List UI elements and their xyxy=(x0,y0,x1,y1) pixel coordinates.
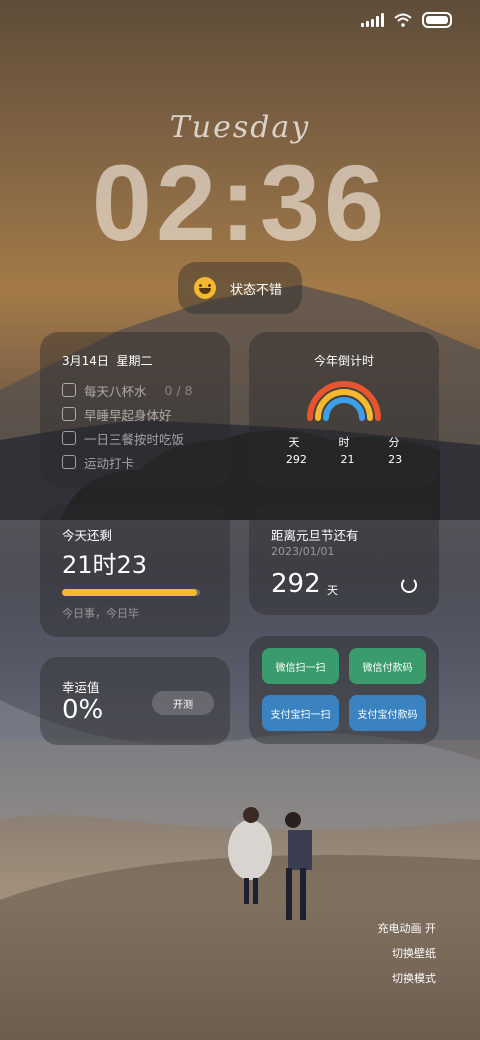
alipay-pay-code-button[interactable]: 支付宝付款码 xyxy=(349,695,426,731)
new-year-days: 292 xyxy=(271,569,321,599)
countdown-units: 天 时 分 xyxy=(249,434,439,450)
todo-list: 每天八杯水 0 / 8 早睡早起身体好 一日三餐按时吃饭 运动打卡 xyxy=(62,378,193,474)
progress-bar xyxy=(62,589,200,596)
wechat-scan-button[interactable]: 微信扫一扫 xyxy=(262,648,339,684)
smiley-icon xyxy=(194,277,216,299)
lucky-test-button[interactable]: 开测 xyxy=(152,691,214,715)
signal-icon xyxy=(361,13,384,27)
lucky-label: 幸运值 xyxy=(62,680,100,695)
new-year-widget[interactable]: 距离元旦节还有 2023/01/01 292 天 xyxy=(249,505,439,615)
todo-item-label: 早睡早起身体好 xyxy=(84,407,172,423)
mood-label: 状态不错 xyxy=(230,282,283,298)
todo-weekday: 星期二 xyxy=(116,354,153,368)
value-day: 292 xyxy=(285,453,307,466)
todo-item[interactable]: 每天八杯水 0 / 8 xyxy=(62,378,193,402)
todo-date: 3月14日 xyxy=(62,354,109,368)
todo-item-label: 每天八杯水 xyxy=(84,383,147,399)
lucky-widget[interactable]: 幸运值 0% 开测 xyxy=(40,657,230,745)
value-minute: 23 xyxy=(388,453,403,466)
todo-item-count: 0 / 8 xyxy=(164,382,193,398)
payment-shortcuts: 微信扫一扫 微信付款码 支付宝扫一扫 支付宝付款码 xyxy=(249,636,439,744)
todo-item-label: 运动打卡 xyxy=(84,455,135,471)
todo-item[interactable]: 一日三餐按时吃饭 xyxy=(62,426,193,450)
unit-minute: 分 xyxy=(388,436,400,449)
checkbox-icon[interactable] xyxy=(62,407,76,421)
alipay-scan-button[interactable]: 支付宝扫一扫 xyxy=(262,695,339,731)
countdown-title: 今年倒计时 xyxy=(313,354,374,368)
charge-animation-toggle[interactable]: 充电动画 开 xyxy=(378,920,437,936)
todo-header: 3月14日 星期二 xyxy=(62,352,153,369)
remaining-value: 21时23 xyxy=(62,551,148,579)
unit-hour: 时 xyxy=(338,436,350,449)
todo-widget[interactable]: 3月14日 星期二 每天八杯水 0 / 8 早睡早起身体好 一日三餐按时吃饭 运动… xyxy=(40,332,230,487)
remaining-subtitle: 今日事，今日毕 xyxy=(62,607,139,620)
status-bar xyxy=(361,12,452,28)
unit-day: 天 xyxy=(288,436,300,449)
checkbox-icon[interactable] xyxy=(62,431,76,445)
todo-item[interactable]: 运动打卡 xyxy=(62,450,193,474)
checkbox-icon[interactable] xyxy=(62,455,76,469)
mood-widget[interactable]: 状态不错 xyxy=(178,262,302,314)
todo-item[interactable]: 早睡早起身体好 xyxy=(62,402,193,426)
new-year-unit: 天 xyxy=(327,584,338,597)
year-countdown-widget[interactable]: 今年倒计时 天 时 分 292 21 23 xyxy=(249,332,439,487)
wifi-icon xyxy=(394,13,412,27)
battery-icon xyxy=(422,12,452,28)
countdown-values: 292 21 23 xyxy=(249,453,439,466)
todo-item-label: 一日三餐按时吃饭 xyxy=(84,431,185,447)
checkbox-icon[interactable] xyxy=(62,383,76,397)
today-remaining-widget[interactable]: 今天还剩 21时23 今日事，今日毕 xyxy=(40,505,230,637)
rainbow-ring-icon xyxy=(307,381,381,421)
value-hour: 21 xyxy=(340,453,355,466)
refresh-icon[interactable] xyxy=(401,577,417,593)
new-year-label: 距离元旦节还有 xyxy=(271,528,359,543)
remaining-label: 今天还剩 xyxy=(62,528,113,543)
switch-wallpaper-button[interactable]: 切换壁纸 xyxy=(392,945,436,961)
switch-mode-button[interactable]: 切换模式 xyxy=(392,970,436,986)
clock-time: 02:36 xyxy=(91,142,389,263)
wechat-pay-code-button[interactable]: 微信付款码 xyxy=(349,648,426,684)
new-year-date: 2023/01/01 xyxy=(271,545,335,558)
lucky-value: 0% xyxy=(62,695,104,725)
progress-fill xyxy=(62,589,198,596)
